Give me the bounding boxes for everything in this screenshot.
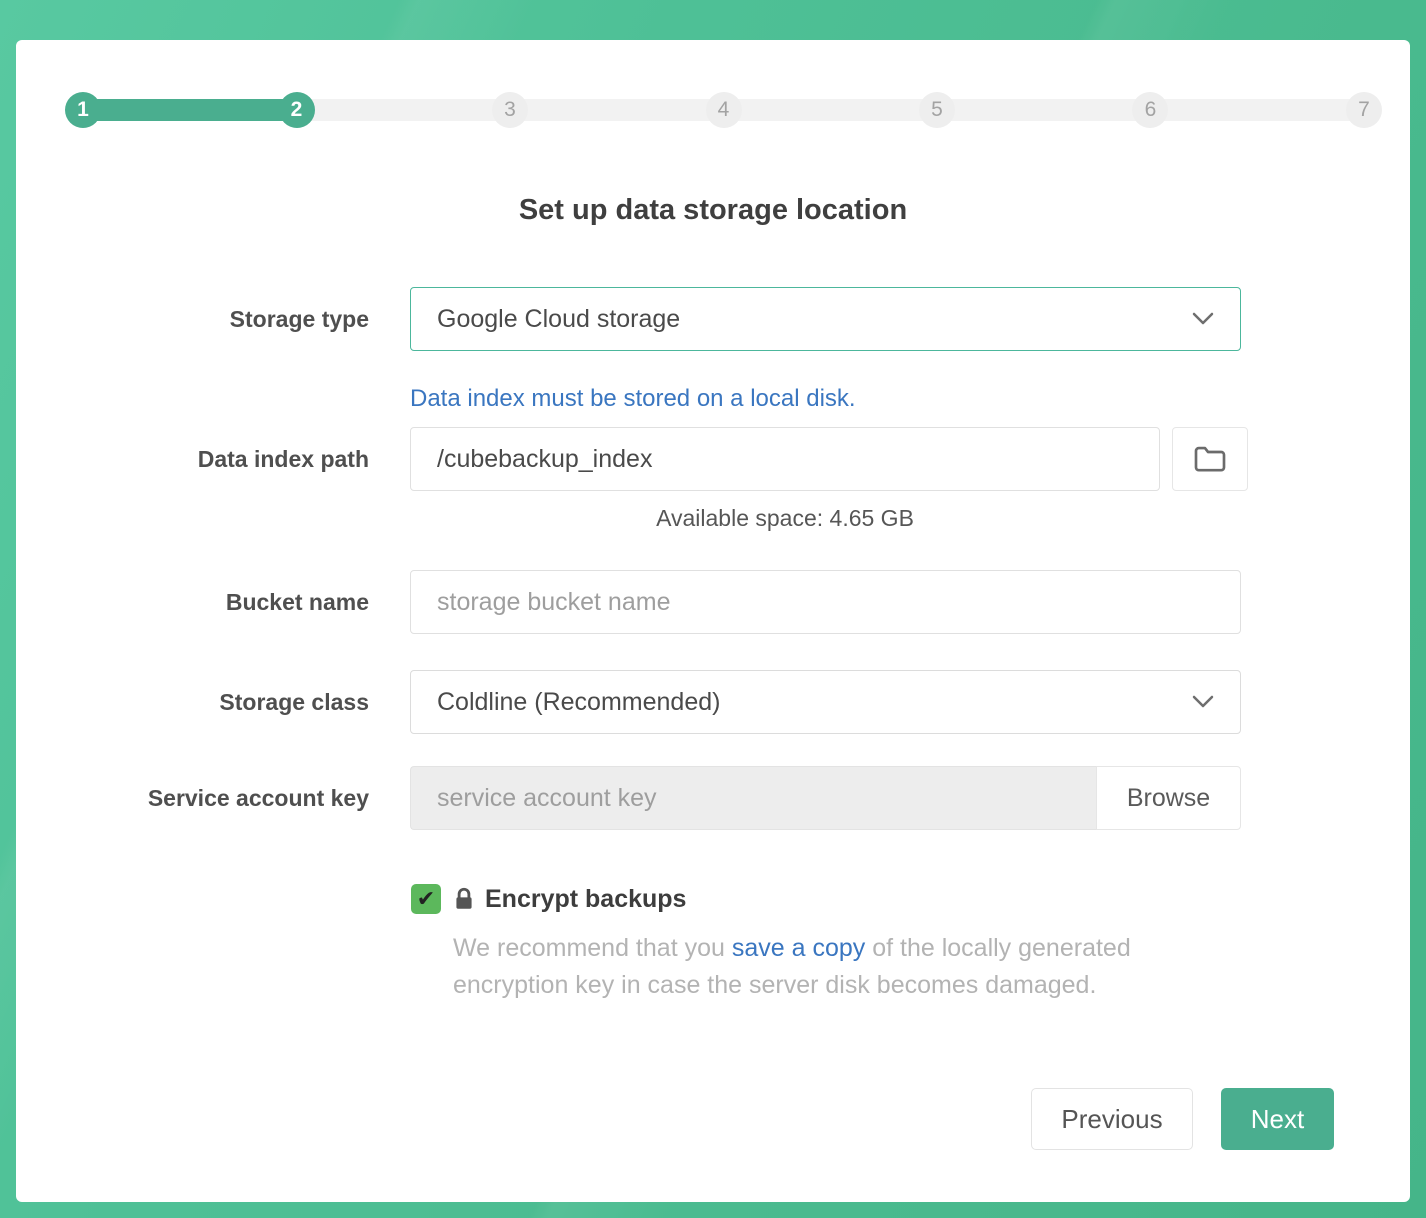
step-3: 3 [492, 92, 528, 128]
data-index-path-input[interactable] [410, 427, 1160, 491]
folder-icon [1193, 445, 1227, 473]
chevron-down-icon [1192, 695, 1214, 709]
storage-class-select[interactable]: Coldline (Recommended) [410, 670, 1241, 734]
storage-type-value: Google Cloud storage [437, 305, 680, 334]
save-a-copy-link[interactable]: save a copy [732, 934, 865, 962]
service-account-key-label: Service account key [16, 785, 369, 812]
setup-wizard-card: 1 2 3 4 5 6 7 Set up data storage locati… [16, 40, 1410, 1202]
previous-button[interactable]: Previous [1031, 1088, 1193, 1150]
step-7: 7 [1346, 92, 1382, 128]
step-4: 4 [706, 92, 742, 128]
encrypt-backups-checkbox[interactable]: ✔ [411, 884, 441, 914]
service-account-key-row: Service account key Browse [16, 766, 1410, 830]
browse-key-button[interactable]: Browse [1096, 766, 1241, 830]
step-2: 2 [279, 92, 315, 128]
storage-type-row: Storage type Google Cloud storage [16, 287, 1410, 351]
data-index-path-label: Data index path [16, 446, 369, 473]
encrypt-description: We recommend that you save a copy of the… [453, 930, 1213, 1004]
storage-class-label: Storage class [16, 689, 369, 716]
available-space-hint: Available space: 4.65 GB [410, 505, 1160, 532]
encrypt-backups-row: ✔ Encrypt backups [411, 884, 1410, 914]
step-6: 6 [1132, 92, 1168, 128]
wizard-stepper: 1 2 3 4 5 6 7 [83, 92, 1364, 128]
storage-class-value: Coldline (Recommended) [437, 688, 720, 717]
browse-folder-button[interactable] [1172, 427, 1248, 491]
step-1: 1 [65, 92, 101, 128]
bucket-name-row: Bucket name [16, 570, 1410, 634]
next-button[interactable]: Next [1221, 1088, 1334, 1150]
storage-type-select[interactable]: Google Cloud storage [410, 287, 1241, 351]
data-index-path-row: Data index path [16, 427, 1410, 491]
bucket-name-input[interactable] [410, 570, 1241, 634]
step-5: 5 [919, 92, 955, 128]
chevron-down-icon [1192, 312, 1214, 326]
local-disk-note: Data index must be stored on a local dis… [410, 385, 1410, 413]
lock-icon [451, 886, 477, 912]
service-account-key-input [410, 766, 1096, 830]
encrypt-backups-label: Encrypt backups [485, 885, 686, 914]
page-title: Set up data storage location [16, 194, 1410, 227]
bucket-name-label: Bucket name [16, 589, 369, 616]
stepper-progress [83, 99, 297, 121]
storage-type-label: Storage type [16, 306, 369, 333]
wizard-footer: Previous Next [16, 1088, 1334, 1150]
storage-class-row: Storage class Coldline (Recommended) [16, 670, 1410, 734]
encrypt-description-prefix: We recommend that you [453, 934, 732, 962]
